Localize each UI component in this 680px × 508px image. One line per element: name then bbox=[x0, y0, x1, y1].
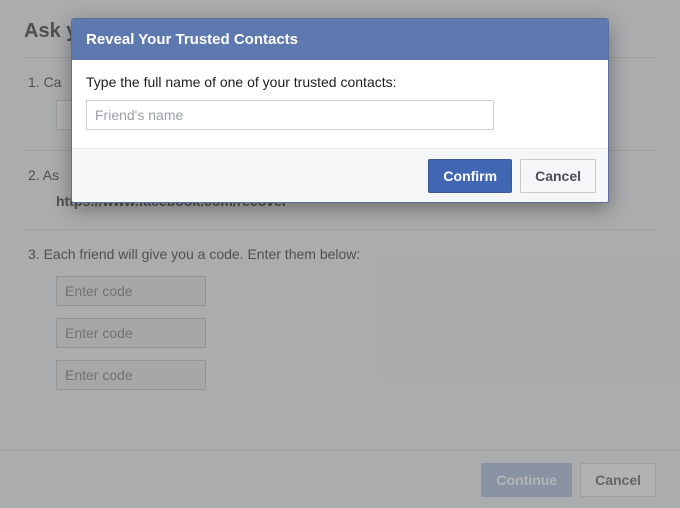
confirm-button[interactable]: Confirm bbox=[428, 159, 512, 193]
modal-cancel-button[interactable]: Cancel bbox=[520, 159, 596, 193]
modal-overlay: Reveal Your Trusted Contacts Type the fu… bbox=[0, 0, 680, 508]
modal-title: Reveal Your Trusted Contacts bbox=[72, 19, 608, 60]
modal-footer: Confirm Cancel bbox=[72, 148, 608, 202]
modal-body: Type the full name of one of your truste… bbox=[72, 60, 608, 148]
trusted-contacts-modal: Reveal Your Trusted Contacts Type the fu… bbox=[71, 18, 609, 203]
friend-name-input[interactable] bbox=[86, 100, 494, 130]
modal-prompt: Type the full name of one of your truste… bbox=[86, 74, 594, 90]
